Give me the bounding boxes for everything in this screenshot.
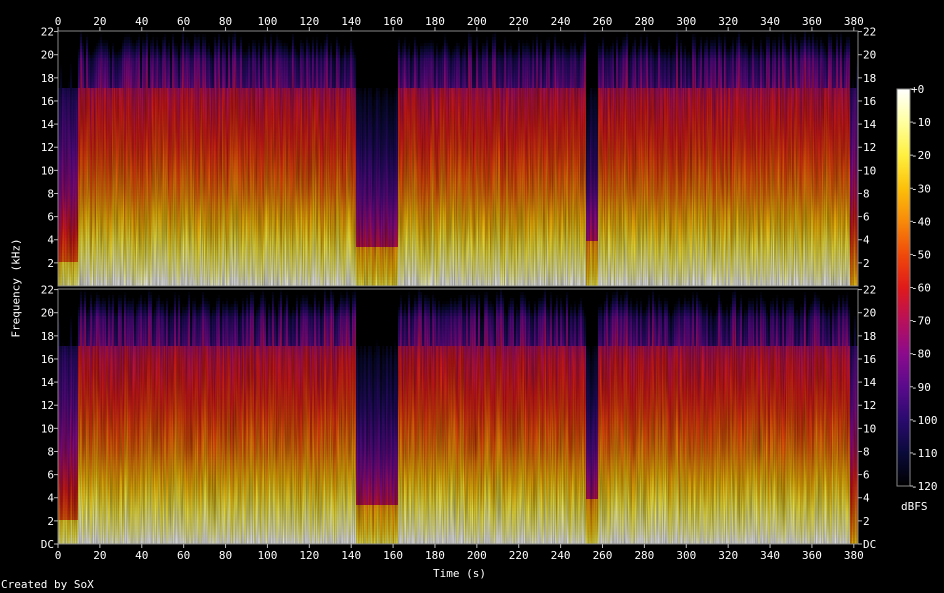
spectrogram-panel-1 — [58, 31, 858, 286]
spectrogram-chart: 0 20 40 60 80 100 120 140 160 180 200 220 240 260 280 3… — [0, 0, 944, 593]
spectrogram-panels — [58, 31, 858, 544]
